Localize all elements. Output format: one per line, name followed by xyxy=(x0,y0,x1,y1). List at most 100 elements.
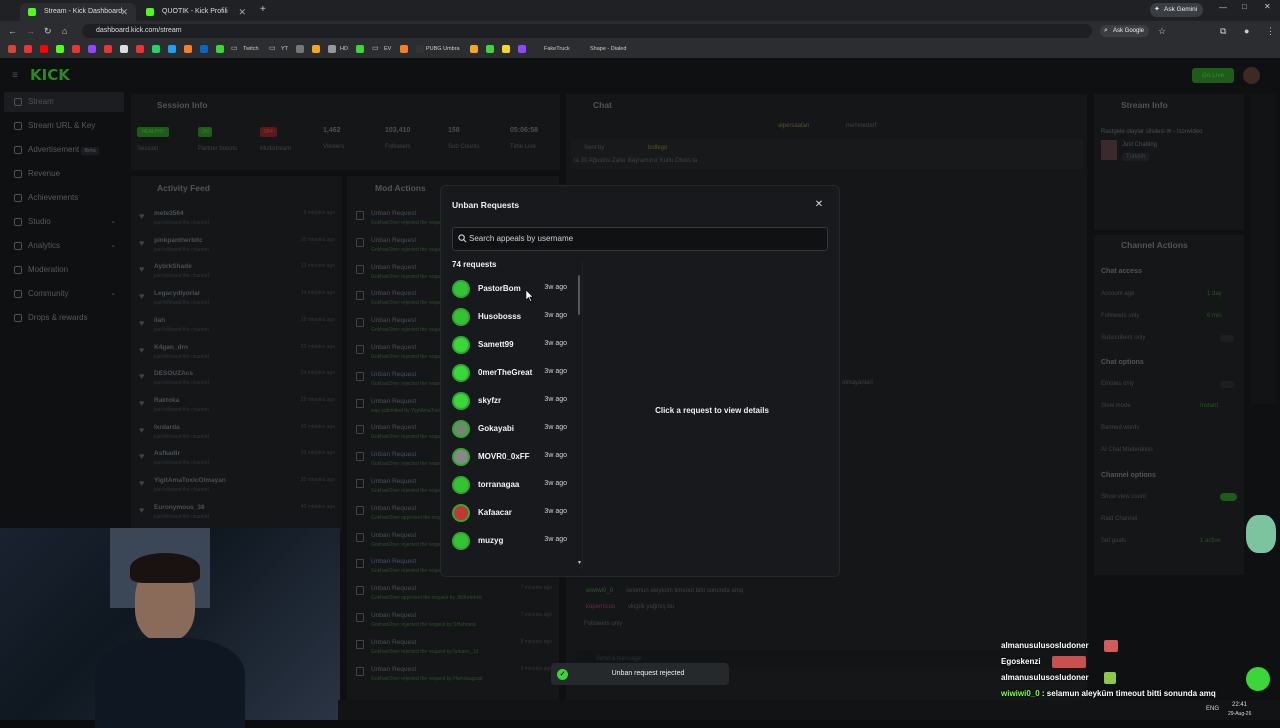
bookmark-icon[interactable] xyxy=(356,45,364,53)
linkedin-icon[interactable] xyxy=(200,45,208,53)
subscribers-only-toggle[interactable] xyxy=(1220,335,1234,342)
request-list-scrollbar[interactable] xyxy=(578,275,580,315)
bookmark-yt[interactable]: YT xyxy=(281,44,288,54)
list-item[interactable]: ♥ mete3564 just followed the channel 8 minu… xyxy=(135,208,339,232)
sidebar-item-stream[interactable]: Stream xyxy=(4,92,124,112)
ask-gemini-button[interactable]: ✦ Ask Gemini xyxy=(1150,3,1204,17)
request-item[interactable]: Husobosss 3w ago xyxy=(450,303,574,331)
bookmark-icon[interactable] xyxy=(328,45,336,53)
list-item[interactable]: ♥ Asfkadir just followed the channel 33 min… xyxy=(135,448,339,472)
bookmark-icon[interactable] xyxy=(296,45,304,53)
window-minimize-button[interactable]: — xyxy=(1219,3,1227,12)
bookmark-icon[interactable] xyxy=(216,45,224,53)
show-view-count-toggle[interactable] xyxy=(1220,493,1237,501)
sidebar-item-stream-url-key[interactable]: Stream URL & Key xyxy=(4,116,124,136)
list-item[interactable]: ♥ lxrdarda just followed the channel 30 min… xyxy=(135,422,339,446)
request-item[interactable]: Gokayabi 3w ago xyxy=(450,415,574,443)
banned-words-label[interactable]: Banned words xyxy=(1101,425,1139,431)
bookmark-hd[interactable]: HD xyxy=(340,44,348,54)
followers-only-value[interactable]: 6 min xyxy=(1207,313,1222,319)
ask-google-button[interactable]: ⌕ Ask Google xyxy=(1100,25,1150,37)
window-close-button[interactable]: ✕ xyxy=(1264,2,1271,11)
bookmark-icon[interactable] xyxy=(104,45,112,53)
address-bar[interactable]: dashboard.kick.com/stream xyxy=(82,24,1092,38)
extensions-icon[interactable]: ⧉ xyxy=(1220,24,1226,38)
close-tab-icon[interactable]: ✕ xyxy=(120,3,128,21)
list-item[interactable]: ♥ pinkpantherbltc just followed the channe… xyxy=(135,235,339,259)
account-age-value[interactable]: 1 day xyxy=(1207,291,1222,297)
kick-logo[interactable]: KICK xyxy=(30,66,70,84)
bookmark-icon[interactable] xyxy=(470,45,478,53)
kick-icon[interactable] xyxy=(56,45,64,53)
twitch-icon[interactable] xyxy=(88,45,96,53)
list-item[interactable]: Unban Request GokhanOner rejected the req… xyxy=(352,610,556,634)
bookmark-faketruck[interactable]: FakeTruck xyxy=(534,44,570,54)
list-item[interactable]: ♥ Raktoka just followed the channel 28 minu… xyxy=(135,395,339,419)
list-item[interactable]: ♥ K4gan_drn just followed the channel 20 mi… xyxy=(135,342,339,366)
bookmark-icon[interactable] xyxy=(502,45,510,53)
sidebar-item-analytics[interactable]: Analytics ⌄ xyxy=(4,236,124,256)
list-item[interactable]: ♥ AybrkShade just followed the channel 13 m… xyxy=(135,261,339,285)
bookmark-icon[interactable] xyxy=(72,45,80,53)
sidebar-item-advertisement[interactable]: Advertisement Beta xyxy=(4,140,124,160)
sidebar-item-studio[interactable]: Studio ⌄ xyxy=(4,212,124,232)
list-item[interactable]: ♥ Legacydiyorlar just followed the channel… xyxy=(135,288,339,312)
bookmark-icon[interactable] xyxy=(400,45,408,53)
close-icon[interactable]: ✕ xyxy=(812,198,826,212)
avatar[interactable] xyxy=(1243,67,1260,84)
bookmark-ev[interactable]: EV xyxy=(384,44,391,54)
back-icon[interactable]: ← xyxy=(8,24,17,38)
x-icon[interactable] xyxy=(120,45,128,53)
tab-kick-dashboard[interactable]: Stream - Kick Dashboard ✕ xyxy=(20,3,136,21)
close-tab-icon[interactable]: ✕ xyxy=(238,3,246,21)
followers-only-label[interactable]: Followers only xyxy=(1101,313,1139,319)
request-item[interactable]: skyfzr 3w ago xyxy=(450,387,574,415)
request-item[interactable]: 0merTheGreat 3w ago xyxy=(450,359,574,387)
window-maximize-button[interactable]: □ xyxy=(1242,2,1247,11)
list-item[interactable]: ♥ DESOUZAcs just followed the channel 24 mi… xyxy=(135,368,339,392)
emotes-only-toggle[interactable] xyxy=(1220,381,1234,388)
bookmark-icon[interactable] xyxy=(518,45,526,53)
list-item[interactable]: ♥ YigitAmaToxicOlmayan just followed the c… xyxy=(135,475,339,499)
tumblr-icon[interactable] xyxy=(136,45,144,53)
ai-chat-moderation-label[interactable]: AI Chat Moderation xyxy=(1101,447,1153,453)
bookmark-icon[interactable] xyxy=(184,45,192,53)
bookmark-icon[interactable] xyxy=(168,45,176,53)
set-goals-label[interactable]: Set goals xyxy=(1101,538,1126,544)
sidebar-item-achievements[interactable]: Achievements xyxy=(4,188,124,208)
request-item[interactable]: Kafaacar 3w ago xyxy=(450,499,574,527)
browser-menu-icon[interactable]: ⋮ xyxy=(1266,24,1275,38)
new-tab-button[interactable]: + xyxy=(260,4,266,15)
reload-icon[interactable]: ↻ xyxy=(44,24,52,38)
account-age-label[interactable]: Account age xyxy=(1101,291,1134,297)
request-item[interactable]: MOVR0_0xFF 3w ago xyxy=(450,443,574,471)
taskbar-time[interactable]: 22:41 xyxy=(1232,702,1247,708)
list-item[interactable]: Unban Request GokhanOner rejected the req… xyxy=(352,664,556,688)
raid-channel-label[interactable]: Raid Channel xyxy=(1101,516,1137,522)
whatsapp-icon[interactable] xyxy=(152,45,160,53)
request-item[interactable]: Samett99 3w ago xyxy=(450,331,574,359)
taskbar-date[interactable]: 29-Aug-26 xyxy=(1228,711,1251,717)
sidebar-item-drops-rewards[interactable]: Drops & rewards xyxy=(4,308,124,328)
bookmark-icon[interactable] xyxy=(486,45,494,53)
home-icon[interactable]: ⌂ xyxy=(62,24,67,38)
youtube-icon[interactable] xyxy=(40,45,48,53)
bookmark-pubg-umbra[interactable]: PUBG Umbra xyxy=(426,44,460,54)
bookmark-twitch[interactable]: Twitch xyxy=(243,44,259,54)
taskbar-language[interactable]: ENG xyxy=(1206,706,1219,712)
list-item[interactable]: Unban Request GokhanOner rejected the req… xyxy=(352,637,556,661)
bookmark-icon[interactable] xyxy=(416,45,424,53)
request-item[interactable]: torranagaa 3w ago xyxy=(450,471,574,499)
list-item[interactable]: Unban Request GokhanOner approved the req… xyxy=(352,583,556,607)
sidebar-item-community[interactable]: Community ⌄ xyxy=(4,284,124,304)
list-item[interactable]: ♥ ilah just followed the channel 18 minutes… xyxy=(135,315,339,339)
forward-icon[interactable]: → xyxy=(26,24,35,38)
sidebar-item-moderation[interactable]: Moderation xyxy=(4,260,124,280)
request-item[interactable]: PastorBom 3w ago xyxy=(450,275,574,303)
sidebar-item-revenue[interactable]: Revenue xyxy=(4,164,124,184)
bookmark-icon[interactable] xyxy=(312,45,320,53)
menu-icon[interactable]: ≡ xyxy=(12,70,18,81)
bookmark-star-icon[interactable]: ☆ xyxy=(1158,24,1166,38)
tab-quotik-profile[interactable]: QUOTIK - Kick Profili ✕ xyxy=(138,3,254,21)
set-goals-value[interactable]: 1 active xyxy=(1200,538,1221,544)
